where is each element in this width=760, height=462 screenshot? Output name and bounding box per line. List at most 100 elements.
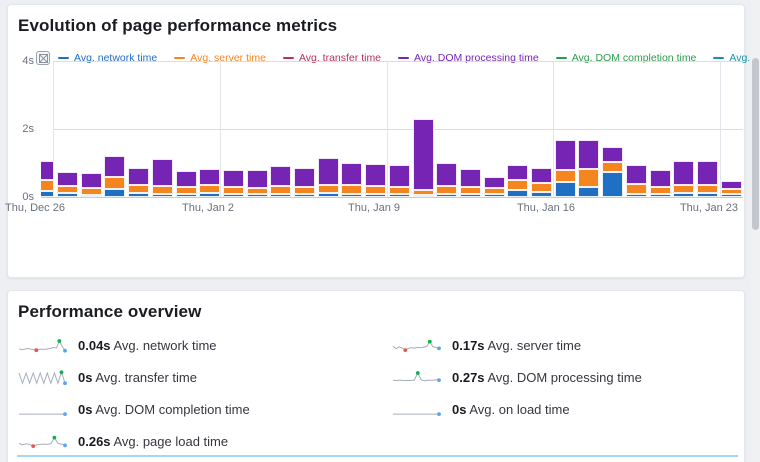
bar-segment	[41, 180, 54, 191]
evolution-card: Evolution of page performance metrics Av…	[7, 4, 745, 278]
max-dot	[428, 340, 432, 344]
stacked-bar[interactable]	[104, 156, 125, 197]
last-dot	[63, 444, 67, 448]
metrics-list: 0.04s Avg. network time 0.17s Avg. server…	[17, 329, 737, 457]
stacked-bar[interactable]	[531, 168, 552, 197]
stacked-bar[interactable]	[128, 168, 149, 197]
bar-segment	[578, 187, 599, 197]
y-tick-label: 4s	[10, 55, 34, 67]
stacked-bar[interactable]	[578, 140, 599, 197]
x-tick-label: Thu, Jan 9	[348, 202, 400, 214]
min-dot	[34, 348, 38, 352]
bar-segment	[199, 185, 220, 193]
bar-segment	[81, 188, 102, 195]
overview-card: Performance overview 0.04s Avg. network …	[7, 290, 745, 462]
stacked-bar[interactable]	[247, 170, 268, 197]
page: Evolution of page performance metrics Av…	[0, 0, 760, 460]
stacked-bar[interactable]	[199, 169, 220, 197]
stacked-bar[interactable]	[389, 165, 410, 197]
bar-segment	[650, 170, 671, 188]
bar-segment	[247, 170, 268, 188]
stacked-bar[interactable]	[555, 140, 576, 197]
x-tick-label: Thu, Jan 16	[517, 202, 575, 214]
stacked-bar[interactable]	[484, 177, 505, 197]
bar-segment	[389, 187, 410, 195]
bar-segment	[365, 186, 386, 194]
bar-segment	[697, 185, 718, 193]
stacked-bar[interactable]	[413, 119, 434, 197]
scrollbar-thumb[interactable]	[752, 58, 759, 230]
stacked-bar[interactable]	[57, 172, 78, 197]
metric-value: 0.17s	[452, 338, 485, 353]
bar-segment	[436, 186, 457, 194]
bar-segment	[531, 183, 552, 192]
metric-label: Avg. server time	[485, 338, 582, 353]
bar-segment	[602, 172, 623, 197]
last-dot	[63, 381, 67, 385]
metric-text: 0s Avg. transfer time	[78, 370, 197, 385]
metric-sparkline	[17, 399, 69, 419]
bar-segment	[176, 171, 197, 187]
bar-segment	[270, 166, 291, 186]
bar-segment	[341, 185, 362, 193]
stacked-bar[interactable]	[460, 169, 481, 197]
bar-segment	[223, 187, 244, 194]
stacked-bar[interactable]	[673, 161, 694, 197]
bar-segment	[270, 186, 291, 194]
metric-text: 0s Avg. on load time	[452, 402, 570, 417]
stacked-bar[interactable]	[341, 163, 362, 197]
stacked-bar[interactable]	[650, 170, 671, 197]
overview-card-title: Performance overview	[8, 291, 744, 322]
bar-segment	[602, 162, 623, 172]
stacked-bar[interactable]	[81, 173, 102, 197]
stacked-bar[interactable]	[176, 171, 197, 197]
metric-value: 0s	[452, 402, 466, 417]
stacked-bar[interactable]	[436, 163, 457, 197]
bar-segment	[673, 161, 694, 185]
last-dot	[437, 347, 441, 351]
scrollbar-track[interactable]	[751, 0, 760, 460]
stacked-bar[interactable]	[152, 159, 173, 197]
metric-sparkline	[17, 431, 69, 451]
x-tick-label: Thu, Jan 2	[182, 202, 234, 214]
bar-segment	[389, 165, 410, 187]
stacked-bar[interactable]	[721, 181, 742, 197]
bar-segment	[57, 172, 78, 186]
stacked-bar[interactable]	[41, 161, 54, 197]
bar-segment	[626, 184, 647, 194]
stacked-bar[interactable]	[294, 168, 315, 197]
stacked-bar[interactable]	[626, 165, 647, 197]
bar-segment	[460, 169, 481, 188]
metric-label: Avg. page load time	[111, 434, 229, 449]
metric-text: 0.26s Avg. page load time	[78, 434, 228, 449]
bar-segment	[507, 180, 528, 189]
stacked-bar[interactable]	[318, 158, 339, 197]
bar-segment	[104, 189, 125, 197]
metric-label: Avg. transfer time	[92, 370, 197, 385]
x-tick-label: Thu, Dec 26	[5, 202, 65, 214]
stacked-bar[interactable]	[365, 164, 386, 197]
stacked-bar[interactable]	[507, 165, 528, 197]
stacked-bar[interactable]	[697, 161, 718, 197]
metric-item: 0s Avg. transfer time	[17, 367, 391, 387]
metric-value: 0.04s	[78, 338, 111, 353]
stacked-bar[interactable]	[270, 166, 291, 197]
stacked-bar[interactable]	[223, 170, 244, 197]
bar-segment	[81, 173, 102, 188]
x-tick-label: Thu, Jan 23	[680, 202, 738, 214]
metric-text: 0.17s Avg. server time	[452, 338, 581, 353]
metric-value: 0.26s	[78, 434, 111, 449]
bar-segment	[176, 187, 197, 194]
bar-segment	[104, 156, 125, 177]
last-dot	[63, 349, 67, 353]
metric-sparkline	[17, 367, 69, 387]
metric-item: 0.17s Avg. server time	[391, 335, 737, 355]
y-tick-label: 2s	[10, 123, 34, 135]
metric-label: Avg. DOM processing time	[485, 370, 642, 385]
metric-label: Avg. DOM completion time	[92, 402, 249, 417]
metric-text: 0.04s Avg. network time	[78, 338, 217, 353]
bar-segment	[294, 168, 315, 187]
bar-segment	[507, 165, 528, 180]
bar-segment	[578, 169, 599, 187]
stacked-bar[interactable]	[602, 147, 623, 197]
